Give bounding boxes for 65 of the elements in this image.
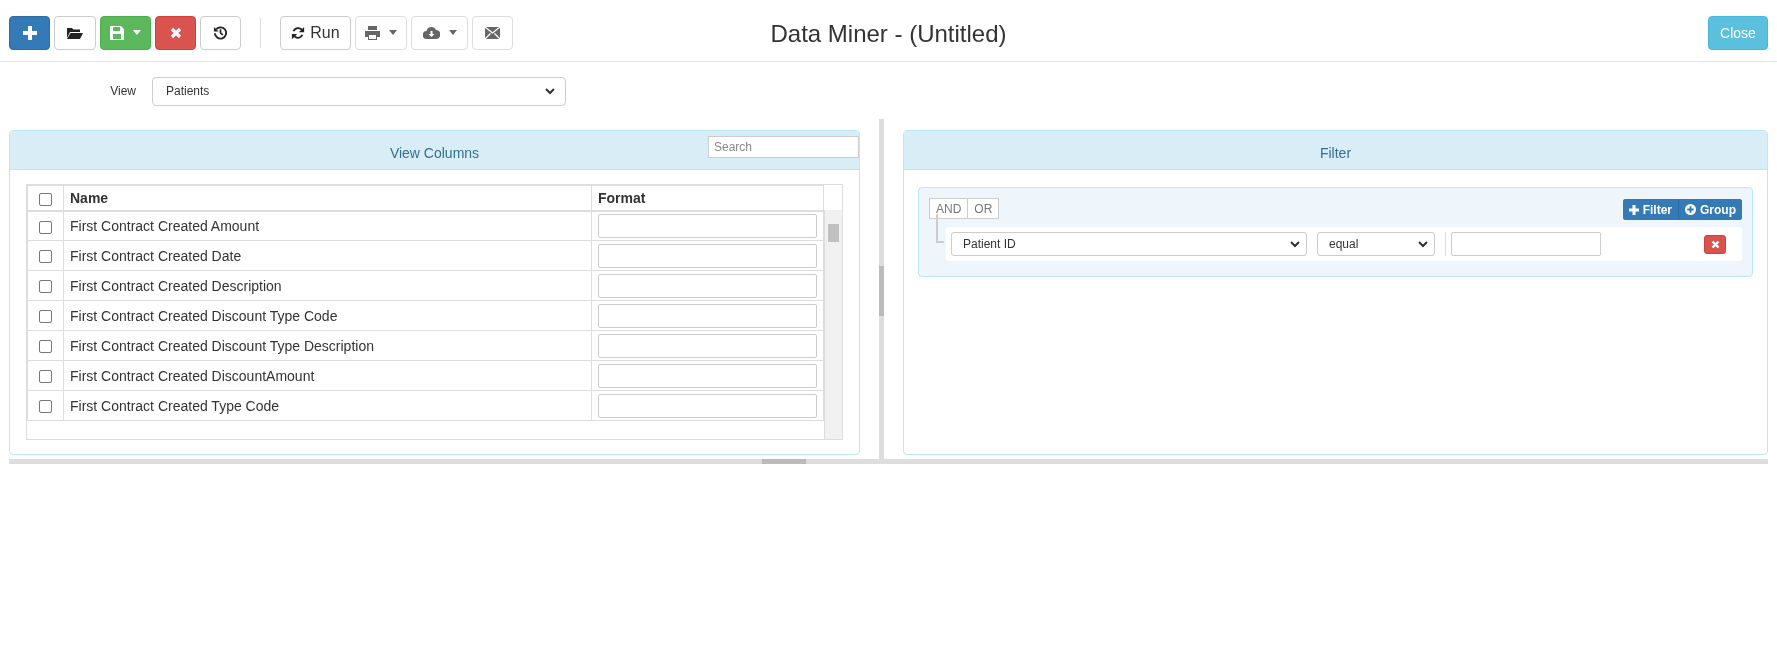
delete-rule-button[interactable] [1704, 234, 1726, 254]
floppy-icon [110, 25, 124, 40]
history-button[interactable] [200, 15, 241, 50]
row-checkbox[interactable] [39, 280, 52, 294]
column-name: First Contract Created Description [63, 270, 592, 301]
condition-toggle[interactable]: AND [929, 198, 969, 219]
scrollbar[interactable] [824, 210, 842, 439]
history-icon [213, 25, 228, 40]
chevron-down-icon [1418, 240, 1428, 248]
format-field[interactable] [598, 393, 817, 418]
plus-icon [1628, 204, 1639, 215]
connector-line [936, 214, 944, 243]
column-name: First Contract Created Discount Type Code [63, 300, 592, 331]
chevron-down-icon [545, 87, 555, 95]
row-checkbox[interactable] [39, 220, 52, 234]
delete-button[interactable] [155, 15, 196, 50]
panel-title: View Columns [389, 144, 480, 161]
new-button[interactable] [9, 15, 50, 50]
format-field[interactable] [598, 213, 817, 238]
run-button[interactable]: Run [280, 15, 351, 50]
column-name: First Contract Created Amount [63, 210, 592, 241]
plus-circle-icon [1685, 204, 1696, 215]
open-button[interactable] [54, 15, 96, 50]
column-header: Format [591, 185, 824, 211]
envelope-icon [485, 26, 500, 39]
window-title: Data Miner - (Untitled) [770, 20, 1007, 47]
printer-icon [365, 25, 380, 40]
column-header: Name [63, 185, 592, 211]
plus-icon [22, 25, 37, 40]
caret-icon [448, 30, 457, 35]
format-field[interactable] [598, 333, 817, 358]
value-field[interactable] [1451, 232, 1601, 256]
caret-icon [133, 30, 141, 35]
column-name: First Contract Created DiscountAmount [63, 360, 592, 391]
panel-title: Filter [1319, 144, 1352, 161]
add-group-button[interactable]: Group [1678, 199, 1742, 220]
search-field[interactable]: Search [708, 136, 859, 158]
refresh-icon [291, 25, 306, 40]
format-field[interactable] [598, 273, 817, 298]
close-icon [169, 26, 182, 39]
select-all-checkbox[interactable] [39, 192, 52, 206]
row-checkbox[interactable] [39, 310, 52, 324]
condition-toggle[interactable]: OR [968, 198, 1000, 219]
row-checkbox[interactable] [39, 370, 52, 384]
download-button[interactable] [411, 15, 468, 50]
format-field[interactable] [598, 363, 817, 388]
view-label: View [109, 84, 137, 98]
folder-icon [67, 26, 83, 39]
row-checkbox[interactable] [39, 250, 52, 264]
format-field[interactable] [598, 303, 817, 328]
row-checkbox[interactable] [39, 340, 52, 354]
view-dropdown[interactable]: Patients [152, 76, 566, 106]
close-icon [1710, 239, 1720, 249]
chevron-down-icon [1290, 240, 1300, 248]
column-name: First Contract Created Type Code [63, 390, 592, 421]
column-name: First Contract Created Date [63, 240, 592, 271]
email-button[interactable] [472, 15, 513, 50]
caret-icon [389, 30, 397, 35]
print-button[interactable] [355, 15, 407, 50]
operator-dropdown[interactable]: equal [1317, 232, 1435, 256]
row-checkbox[interactable] [39, 400, 52, 414]
column-name: First Contract Created Discount Type Description [63, 330, 592, 361]
cloud-download-icon [422, 26, 440, 39]
format-field[interactable] [598, 243, 817, 268]
field-dropdown[interactable]: Patient ID [951, 232, 1307, 256]
